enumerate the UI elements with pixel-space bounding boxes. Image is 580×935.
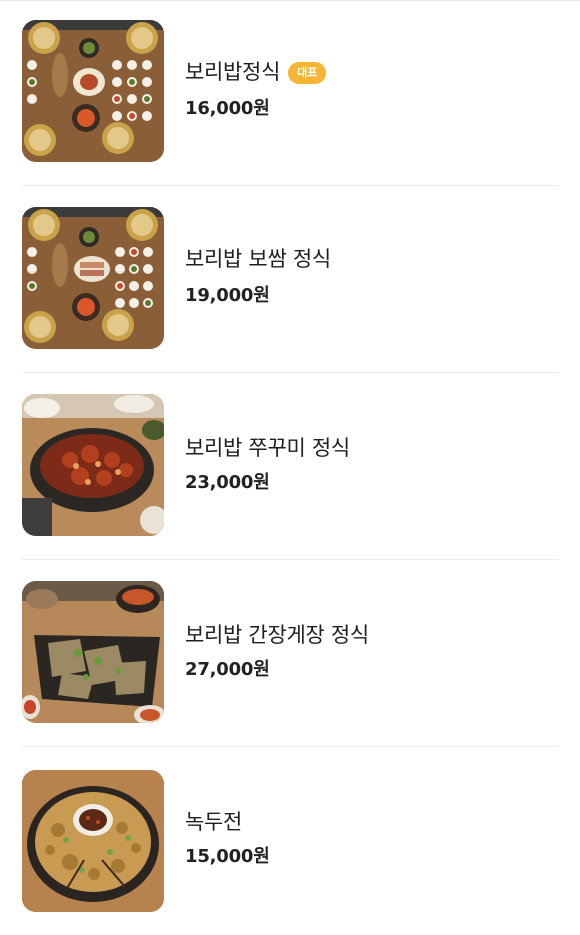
signature-badge: 대표	[288, 62, 327, 84]
divider	[22, 559, 559, 560]
mung-bean-pancake-photo	[22, 770, 164, 912]
menu-item-photo	[22, 581, 164, 723]
menu-item-price: 23,000원	[185, 472, 270, 493]
menu-item-name: 보리밥 쭈꾸미 정식	[185, 436, 350, 460]
menu-item-name: 보리밥 보쌈 정식	[185, 247, 331, 271]
divider	[22, 746, 559, 747]
spicy-webfoot-octopus-photo	[22, 394, 164, 536]
menu-item-photo	[22, 770, 164, 912]
menu-item[interactable]: 보리밥정식 대표 16,000원	[0, 0, 580, 187]
menu-item-photo	[22, 20, 164, 162]
menu-item-photo	[22, 207, 164, 349]
menu-item-price: 16,000원	[185, 98, 270, 119]
menu-item-price: 19,000원	[185, 285, 270, 306]
menu-item-name-text: 보리밥정식	[185, 60, 281, 84]
menu-item-price: 15,000원	[185, 846, 270, 867]
menu-item-photo	[22, 394, 164, 536]
soy-marinated-crab-photo	[22, 581, 164, 723]
menu-item-name: 보리밥정식 대표	[185, 58, 327, 86]
bossam-table-set-photo	[22, 207, 164, 349]
menu-item[interactable]: 녹두전 15,000원	[0, 748, 580, 935]
menu-item[interactable]: 보리밥 쭈꾸미 정식 23,000원	[0, 374, 580, 561]
menu-item-name: 녹두전	[185, 810, 243, 834]
menu-item[interactable]: 보리밥 간장게장 정식 27,000원	[0, 561, 580, 748]
menu-item[interactable]: 보리밥 보쌈 정식 19,000원	[0, 187, 580, 374]
menu-item-name: 보리밥 간장게장 정식	[185, 623, 369, 647]
menu-list: 보리밥정식 대표 16,000원 보리밥 보쌈 정식 19,000원 보리밥 쭈…	[0, 0, 580, 934]
divider	[22, 185, 559, 186]
divider	[22, 372, 559, 373]
menu-item-price: 27,000원	[185, 659, 270, 680]
banchan-table-set-photo	[22, 20, 164, 162]
